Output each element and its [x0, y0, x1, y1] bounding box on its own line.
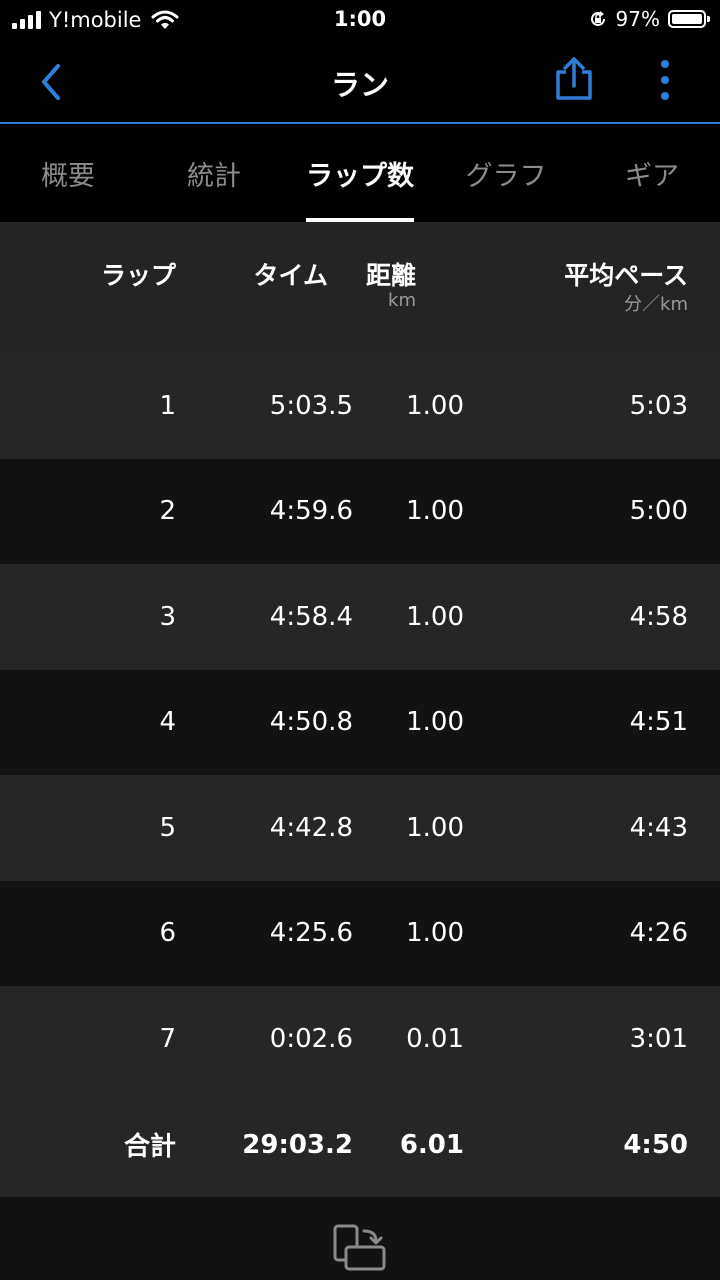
lap-number: 3	[159, 601, 176, 632]
table-row: 7 0:02.6 0.01 3:01	[0, 986, 720, 1092]
tab-laps[interactable]: ラップ数	[306, 154, 414, 193]
lap-number: 5	[159, 812, 176, 843]
table-row: 1 5:03.5 1.00 5:03	[0, 353, 720, 459]
lap-distance: 1.00	[406, 390, 464, 421]
tab-gear[interactable]: ギア	[625, 154, 679, 193]
lap-pace: 4:51	[629, 707, 688, 738]
lap-number: 4	[159, 707, 176, 738]
lap-time: 4:50.8	[269, 707, 353, 738]
lap-pace: 5:03	[629, 390, 688, 421]
lap-distance: 0.01	[406, 1023, 464, 1054]
header-distance-unit: km	[388, 290, 416, 311]
tab-overview[interactable]: 概要	[41, 154, 95, 193]
status-bar: Y!mobile 1:00 97%	[0, 0, 720, 40]
lap-pace: 4:26	[629, 918, 688, 949]
lap-pace: 5:00	[629, 496, 688, 527]
table-header: ラップ タイム 距離 km 平均ペース 分／km	[0, 222, 720, 353]
bottom-bar	[0, 1197, 720, 1280]
table-row: 5 4:42.8 1.00 4:43	[0, 775, 720, 881]
more-vertical-icon[interactable]	[652, 58, 678, 102]
lap-time: 4:59.6	[269, 496, 353, 527]
navigation-bar: ラン	[0, 40, 720, 124]
lap-pace: 3:01	[629, 1023, 688, 1054]
lap-distance: 1.00	[406, 601, 464, 632]
status-right: 97%	[588, 7, 710, 31]
tab-graph[interactable]: グラフ	[466, 154, 547, 193]
tab-stats[interactable]: 統計	[187, 154, 241, 193]
lap-pace: 4:43	[629, 812, 688, 843]
lap-pace: 4:58	[629, 601, 688, 632]
orientation-lock-icon	[590, 11, 605, 26]
lap-distance: 1.00	[406, 496, 464, 527]
table-row: 2 4:59.6 1.00 5:00	[0, 458, 720, 564]
page-title: ラン	[330, 68, 389, 102]
lap-number: 7	[159, 1023, 176, 1054]
header-lap: ラップ	[100, 261, 176, 290]
lap-time: 4:42.8	[269, 812, 353, 843]
total-time: 29:03.2	[242, 1129, 353, 1160]
lap-time: 0:02.6	[269, 1023, 353, 1054]
total-pace: 4:50	[623, 1129, 688, 1160]
lap-time: 4:58.4	[269, 601, 353, 632]
table-row: 6 4:25.6 1.00 4:26	[0, 880, 720, 986]
lap-number: 2	[159, 496, 176, 527]
header-pace-unit: 分／km	[624, 294, 688, 315]
lap-number: 1	[159, 390, 176, 421]
header-distance: 距離	[365, 261, 416, 290]
lap-distance: 1.00	[406, 918, 464, 949]
header-pace: 平均ペース	[564, 261, 688, 290]
lap-distance: 1.00	[406, 707, 464, 738]
lap-number: 6	[159, 918, 176, 949]
total-row: 合計 29:03.2 6.01 4:50	[0, 1092, 720, 1197]
lap-time: 5:03.5	[269, 390, 353, 421]
header-time: タイム	[253, 261, 328, 290]
tab-bar: 概要 統計 ラップ数 グラフ ギア	[0, 124, 720, 222]
battery-icon	[668, 10, 710, 28]
rotate-device-icon[interactable]	[332, 1223, 388, 1273]
lap-time: 4:25.6	[269, 918, 353, 949]
lap-rows: 1 5:03.5 1.00 5:03 2 4:59.6 1.00 5:00 3 …	[0, 353, 720, 1092]
total-label: 合計	[123, 1132, 176, 1162]
lap-distance: 1.00	[406, 812, 464, 843]
table-row: 3 4:58.4 1.00 4:58	[0, 564, 720, 670]
battery-percent: 97%	[615, 7, 660, 31]
table-row: 4 4:50.8 1.00 4:51	[0, 669, 720, 775]
share-icon[interactable]	[552, 56, 596, 102]
total-distance: 6.01	[399, 1129, 464, 1160]
